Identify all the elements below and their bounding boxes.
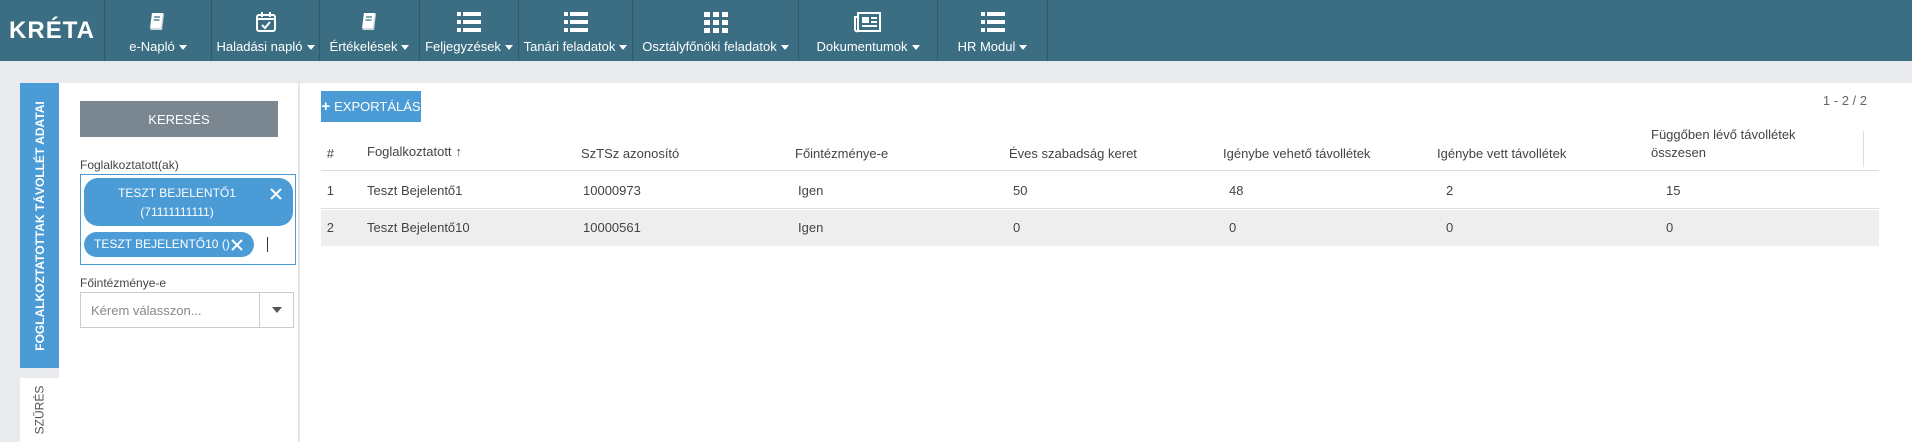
nav-tanari-feladatok-label: Tanári feladatok xyxy=(523,39,616,54)
chevron-down-icon xyxy=(306,45,315,51)
pager-info: 1 - 2 / 2 xyxy=(1822,93,1867,108)
chevron-down-icon xyxy=(401,45,410,51)
chevron-down-icon xyxy=(178,45,187,51)
nav-feljegyzesek-label: Feljegyzések xyxy=(425,39,501,54)
book-icon xyxy=(143,7,173,37)
nav-e-naplo[interactable]: e-Napló xyxy=(105,0,212,61)
text-cursor xyxy=(267,237,268,252)
column-header-available-absences[interactable]: Igénybe vehető távollétek xyxy=(1223,146,1370,161)
tab-employee-absence-data[interactable]: FOGLALKOZTATOTTAK TÁVOLLÉT ADATAI xyxy=(20,83,59,368)
cell-main-institution: Igen xyxy=(798,183,824,198)
nav-hr-modul[interactable]: HR Modul xyxy=(938,0,1048,61)
column-header-index: # xyxy=(326,146,334,161)
top-nav-bar: KRÉTA e-Napló Haladási napló Értékelések… xyxy=(0,0,1912,61)
cell-available-absences: 0 xyxy=(1229,220,1237,235)
main-institution-select[interactable]: Kérem válasszon... xyxy=(80,292,294,328)
chevron-down-icon xyxy=(1019,45,1028,51)
sort-asc-icon: ↑ xyxy=(455,144,463,159)
search-button[interactable]: KERESÉS xyxy=(80,101,278,137)
list-icon xyxy=(978,7,1008,37)
export-button[interactable]: + EXPORTÁLÁS xyxy=(321,91,421,122)
nav-dokumentumok[interactable]: Dokumentumok xyxy=(799,0,938,61)
cell-annual-leave: 0 xyxy=(1013,220,1021,235)
app-logo[interactable]: KRÉTA xyxy=(0,0,105,61)
selected-tag-id: (71111111111) xyxy=(140,205,214,219)
cell-index: 2 xyxy=(326,220,334,235)
table-header: # Foglalkoztatott ↑ SzTSz azonosító Főint… xyxy=(321,127,1879,171)
cell-annual-leave: 50 xyxy=(1013,183,1028,198)
cell-main-institution: Igen xyxy=(798,220,824,235)
cell-employee: Teszt Bejelentő10 xyxy=(367,220,470,235)
cell-index: 1 xyxy=(326,183,334,198)
selected-tag-name: TESZT BEJELENTŐ10 () xyxy=(94,237,230,251)
nav-ertekelesek[interactable]: Értékelések xyxy=(320,0,420,61)
employees-label: Foglalkoztatott(ak) xyxy=(80,158,179,172)
chevron-down-icon xyxy=(271,307,282,313)
selected-tag-name: TESZT BEJELENTŐ1 xyxy=(118,186,236,200)
column-header-sztsz-id[interactable]: SzTSz azonosító xyxy=(581,146,679,161)
tab-filter[interactable]: SZŰRÉS xyxy=(20,378,59,442)
cell-pending-absences: 0 xyxy=(1666,220,1674,235)
main-institution-label: Főintézménye-e xyxy=(80,276,167,290)
column-header-used-absences[interactable]: Igénybe vett távollétek xyxy=(1437,146,1566,161)
cell-available-absences: 48 xyxy=(1229,183,1244,198)
cell-sztsz-id: 10000561 xyxy=(583,220,641,235)
list-icon xyxy=(454,7,484,37)
nav-e-naplo-label: e-Napló xyxy=(129,39,175,54)
cell-employee: Teszt Bejelentő1 xyxy=(367,183,463,198)
nav-feljegyzesek[interactable]: Feljegyzések xyxy=(420,0,519,61)
grid-icon xyxy=(701,7,731,37)
nav-dokumentumok-label: Dokumentumok xyxy=(816,39,908,54)
main-institution-placeholder: Kérem válasszon... xyxy=(91,303,202,318)
cell-pending-absences: 15 xyxy=(1666,183,1681,198)
nav-hr-modul-label: HR Modul xyxy=(957,39,1016,54)
list-icon xyxy=(561,7,591,37)
employees-multiselect[interactable]: TESZT BEJELENTŐ1 (71111111111) TESZT BEJ… xyxy=(80,174,296,265)
nav-osztalyfonoki-feladatok-label: Osztályfőnöki feladatok xyxy=(642,39,777,54)
close-icon[interactable] xyxy=(269,187,283,201)
table-row[interactable]: 1 Teszt Bejelentő1 10000973 Igen 50 48 2… xyxy=(321,173,1879,209)
column-header-employee[interactable]: Foglalkoztatott ↑ xyxy=(367,144,462,159)
table-row[interactable]: 2 Teszt Bejelentő10 10000561 Igen 0 0 0 … xyxy=(321,210,1879,246)
selected-tag[interactable]: TESZT BEJELENTŐ1 (71111111111) xyxy=(84,178,293,226)
column-header-annual-leave[interactable]: Éves szabadság keret xyxy=(1009,146,1137,161)
chevron-down-icon xyxy=(911,45,920,51)
column-header-main-institution[interactable]: Főintézménye-e xyxy=(795,146,888,161)
tab-filter-label: SZŰRÉS xyxy=(32,385,47,435)
cell-used-absences: 2 xyxy=(1446,183,1454,198)
nav-haladasi-naplo-label: Haladási napló xyxy=(216,39,303,54)
chevron-down-icon xyxy=(780,45,789,51)
plus-icon: + xyxy=(321,98,331,115)
cell-sztsz-id: 10000973 xyxy=(583,183,641,198)
chevron-down-icon xyxy=(504,45,513,51)
export-button-label: EXPORTÁLÁS xyxy=(334,99,421,114)
selected-tag[interactable]: TESZT BEJELENTŐ10 () xyxy=(84,232,254,257)
calendar-check-icon xyxy=(251,7,281,37)
newspaper-icon xyxy=(853,7,883,37)
nav-ertekelesek-label: Értékelések xyxy=(329,39,398,54)
close-icon[interactable] xyxy=(230,238,244,252)
chevron-down-icon xyxy=(619,45,628,51)
dropdown-toggle[interactable] xyxy=(259,293,293,327)
book-icon xyxy=(355,7,385,37)
cell-used-absences: 0 xyxy=(1446,220,1454,235)
results-panel: + EXPORTÁLÁS 1 - 2 / 2 # Foglalkoztatott… xyxy=(300,83,1912,442)
nav-osztalyfonoki-feladatok[interactable]: Osztályfőnöki feladatok xyxy=(633,0,799,61)
nav-tanari-feladatok[interactable]: Tanári feladatok xyxy=(519,0,633,61)
search-panel: KERESÉS Foglalkoztatott(ak) TESZT BEJELE… xyxy=(59,83,299,442)
column-header-employee-label: Foglalkoztatott xyxy=(367,144,452,159)
nav-haladasi-naplo[interactable]: Haladási napló xyxy=(212,0,320,61)
column-divider xyxy=(1863,131,1864,167)
column-header-pending-absences[interactable]: Függőben lévő távollétek összesen xyxy=(1651,126,1851,162)
tab-employee-absence-data-label: FOGLALKOZTATOTTAK TÁVOLLÉT ADATAI xyxy=(32,100,47,351)
